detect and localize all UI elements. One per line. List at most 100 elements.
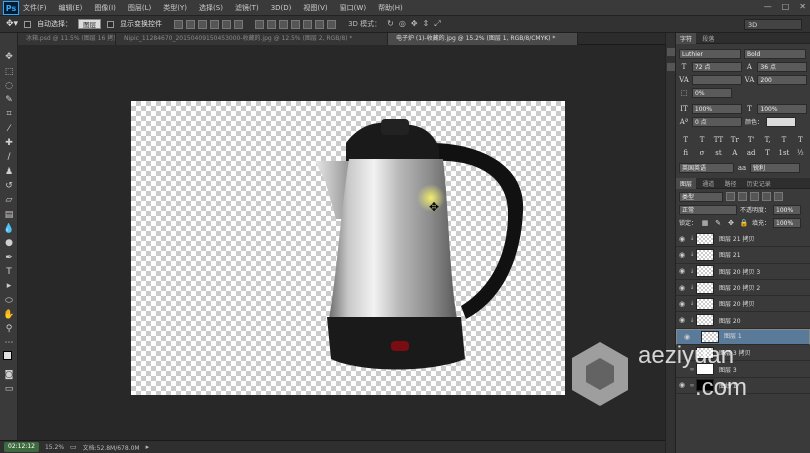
lock-pixels-icon[interactable]: ✎ — [713, 218, 723, 228]
tab-layers[interactable]: 图层 — [676, 178, 697, 189]
healing-brush-tool-icon[interactable]: ✚ — [3, 137, 15, 149]
auto-select-dropdown[interactable]: 图层 — [78, 19, 102, 29]
maximize-icon[interactable]: □ — [782, 2, 790, 11]
layer-row[interactable]: ◉ ↓ 图层 21 — [676, 247, 810, 264]
filter-shape-icon[interactable] — [762, 192, 771, 201]
menu-filter[interactable]: 滤镜(T) — [235, 3, 259, 13]
blend-mode-select[interactable]: 正常 — [679, 204, 737, 215]
document-canvas[interactable]: ✥ — [131, 101, 565, 395]
lasso-tool-icon[interactable]: ◌ — [3, 80, 15, 92]
align-vcenter-icon[interactable] — [186, 19, 196, 29]
3d-rotate-icon[interactable]: ↻ — [387, 19, 394, 29]
3d-scale-icon[interactable]: ⤢ — [434, 19, 440, 29]
3d-slide-icon[interactable]: ⇕ — [423, 19, 430, 29]
layer-name[interactable]: 图层 20 拷贝 — [719, 299, 754, 308]
distribute-right-icon[interactable] — [315, 19, 325, 29]
menu-view[interactable]: 视图(V) — [303, 3, 327, 13]
status-arrow-icon[interactable]: ▸ — [146, 443, 150, 451]
tab-kettle[interactable]: 电子炉 (1)-收藏的.jpg @ 15.2% (图层 1, RGB/8/CMY… — [388, 33, 578, 45]
font-style-select[interactable]: Bold — [744, 48, 806, 59]
lock-all-icon[interactable]: 🔒 — [739, 218, 749, 228]
menu-layer[interactable]: 图层(L) — [128, 3, 151, 13]
extra-tools-icon[interactable]: ⋯ — [3, 337, 15, 349]
zoom-level[interactable]: 15.2% — [45, 444, 64, 451]
align-right-icon[interactable] — [234, 19, 244, 29]
swash-icon[interactable]: A — [730, 148, 740, 158]
show-transform-checkbox[interactable] — [107, 20, 115, 28]
fractions-icon[interactable]: ½ — [795, 148, 805, 158]
faux-italic-icon[interactable]: T — [697, 135, 707, 145]
lock-transparent-icon[interactable]: ▦ — [700, 218, 710, 228]
subscript-icon[interactable]: T, — [763, 135, 773, 145]
menu-3d[interactable]: 3D(D) — [271, 4, 292, 12]
fill-field[interactable]: 100% — [773, 217, 802, 228]
menu-file[interactable]: 文件(F) — [23, 3, 47, 13]
eraser-tool-icon[interactable]: ▱ — [3, 194, 15, 206]
visibility-eye-icon[interactable]: ◉ — [676, 251, 688, 259]
tab-character[interactable]: 字符 — [676, 33, 697, 44]
visibility-eye-icon[interactable]: ◉ — [676, 235, 688, 243]
faux-bold-icon[interactable]: T — [681, 135, 691, 145]
layer-name[interactable]: 图层 21 拷贝 — [719, 234, 754, 243]
hand-tool-icon[interactable]: ✋ — [3, 309, 15, 321]
leading-field[interactable]: 36 点 — [757, 61, 807, 72]
menu-edit[interactable]: 编辑(E) — [59, 3, 83, 13]
minimize-icon[interactable]: — — [764, 2, 772, 11]
font-size-field[interactable]: 72 点 — [691, 61, 742, 72]
visibility-eye-icon[interactable]: ◉ — [676, 300, 688, 308]
distribute-hcenter-icon[interactable] — [303, 19, 313, 29]
history-brush-tool-icon[interactable]: ↺ — [3, 180, 15, 192]
distribute-top-icon[interactable] — [255, 19, 265, 29]
dodge-tool-icon[interactable]: ● — [3, 237, 15, 249]
kerning-field[interactable] — [691, 74, 742, 85]
layer-name[interactable]: 图层 20 拷贝 2 — [719, 283, 760, 292]
align-hcenter-icon[interactable] — [222, 19, 232, 29]
workspace-dropdown[interactable]: 3D — [744, 19, 802, 30]
align-bottom-icon[interactable] — [198, 19, 208, 29]
distribute-left-icon[interactable] — [291, 19, 301, 29]
tab-history[interactable]: 历史记录 — [743, 178, 775, 189]
marquee-tool-icon[interactable]: ⬚ — [3, 66, 15, 78]
menu-select[interactable]: 选择(S) — [199, 3, 223, 13]
horizontal-scale-field[interactable]: 100% — [757, 103, 807, 114]
filter-pixel-icon[interactable] — [726, 192, 735, 201]
auto-align-icon[interactable] — [327, 19, 337, 29]
layer-row[interactable]: ◉ ↓ 图层 20 — [676, 312, 810, 329]
layer-name[interactable]: 图层 20 — [719, 316, 741, 325]
small-caps-icon[interactable]: Tr — [730, 135, 740, 145]
tab-paths[interactable]: 路径 — [721, 178, 741, 189]
tab-channels[interactable]: 通道 — [698, 178, 718, 189]
pen-tool-icon[interactable]: ✒ — [3, 252, 15, 264]
baseline-shift-field[interactable]: 0 点 — [692, 116, 742, 127]
blur-tool-icon[interactable]: 💧 — [3, 223, 15, 235]
tsume-field[interactable]: 0% — [692, 87, 732, 98]
crop-tool-icon[interactable]: ⌗ — [3, 108, 15, 120]
distribute-vcenter-icon[interactable] — [267, 19, 277, 29]
brush-tool-icon[interactable]: ∕ — [3, 151, 15, 163]
vertical-scale-field[interactable]: 100% — [691, 103, 742, 114]
all-caps-icon[interactable]: TT — [713, 135, 723, 145]
opacity-field[interactable]: 100% — [773, 204, 802, 215]
ordinals-icon[interactable]: 1st — [779, 148, 790, 158]
distribute-bottom-icon[interactable] — [279, 19, 289, 29]
menu-type[interactable]: 类型(Y) — [163, 3, 187, 13]
move-tool-icon[interactable]: ✥ — [3, 51, 15, 63]
move-tool-icon[interactable]: ✥▾ — [6, 19, 18, 29]
language-select[interactable]: 英国英语 — [679, 162, 734, 173]
menu-image[interactable]: 图像(I) — [94, 3, 116, 13]
ot-ornament-icon[interactable]: σ — [697, 148, 707, 158]
history-panel-icon[interactable] — [667, 48, 675, 56]
antialias-select[interactable]: 锐利 — [750, 162, 800, 173]
align-left-icon[interactable] — [210, 19, 220, 29]
type-tool-icon[interactable]: T — [3, 266, 15, 278]
quick-mask-icon[interactable]: ◙ — [3, 369, 15, 381]
tab-fridge[interactable]: 冰箱.psd @ 11.5% (图层 16 拷贝, RGB/8) * — [18, 33, 116, 45]
stylistic-alt-icon[interactable]: ad — [746, 148, 756, 158]
underline-icon[interactable]: T — [779, 135, 789, 145]
close-icon[interactable]: ✕ — [799, 2, 806, 11]
filter-adjust-icon[interactable] — [738, 192, 747, 201]
superscript-icon[interactable]: T' — [746, 135, 756, 145]
3d-roll-icon[interactable]: ◎ — [399, 19, 406, 29]
visibility-eye-icon[interactable]: ◉ — [676, 316, 688, 324]
layer-row[interactable]: ◉ ↓ 图层 20 拷贝 2 — [676, 279, 810, 297]
